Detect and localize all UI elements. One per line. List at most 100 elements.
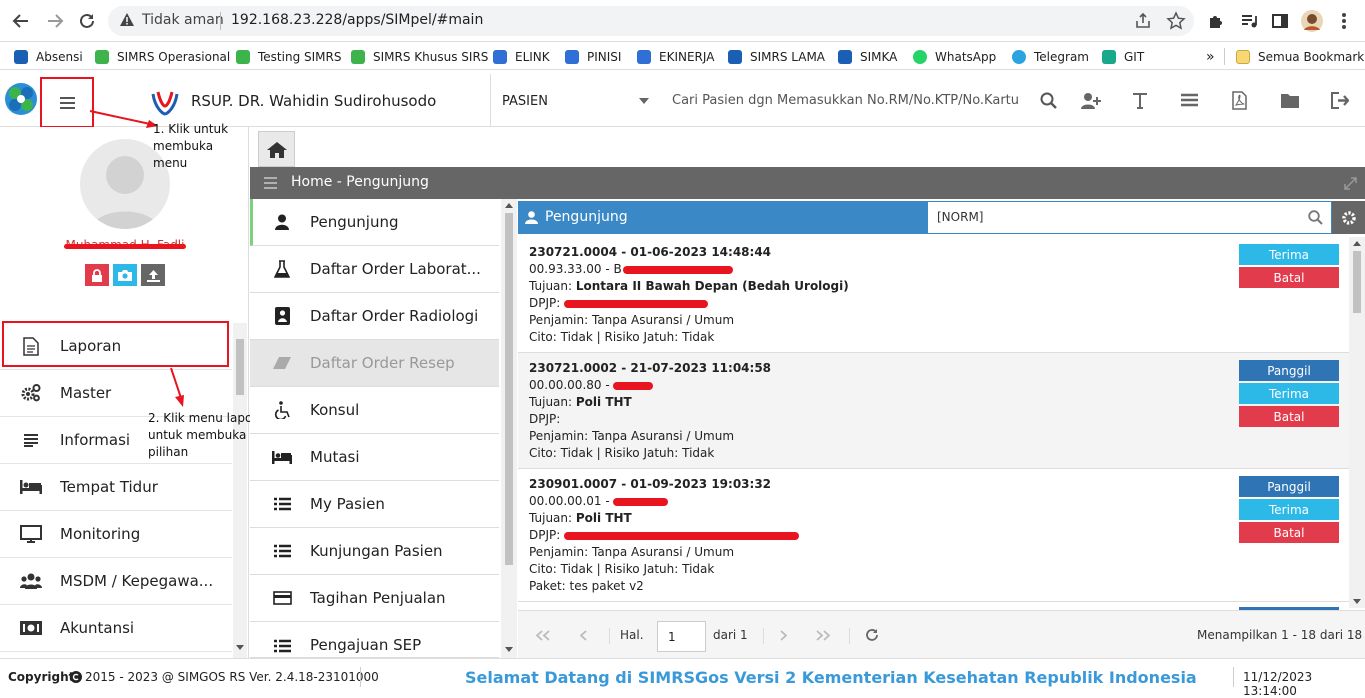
profile-avatar[interactable] bbox=[1299, 8, 1325, 34]
submenu-label: My Pasien bbox=[310, 495, 385, 513]
menu-item-akuntansi[interactable]: Akuntansi bbox=[0, 605, 232, 652]
list-icon[interactable] bbox=[1181, 93, 1198, 108]
scroll-down-arrow[interactable] bbox=[505, 647, 513, 652]
search-icon[interactable] bbox=[1308, 210, 1323, 225]
visit-card[interactable]: 230721.0002 - 21-07-2023 11:04:58 00.00.… bbox=[518, 353, 1355, 469]
scroll-down-arrow[interactable] bbox=[236, 645, 244, 650]
bookmark-git[interactable]: GIT bbox=[1102, 48, 1144, 65]
batal-button[interactable]: Batal bbox=[1239, 406, 1339, 427]
submenu-scrollbar[interactable] bbox=[501, 199, 517, 658]
scroll-down-arrow[interactable] bbox=[1353, 599, 1361, 604]
bookmark-pinisi[interactable]: PINISI bbox=[565, 48, 621, 65]
breadcrumb: Home - Pengunjung bbox=[291, 174, 429, 190]
scroll-up-arrow[interactable] bbox=[505, 203, 513, 208]
panggil-button[interactable]: Panggil bbox=[1239, 360, 1339, 381]
panggil-button[interactable]: Panggil bbox=[1239, 476, 1339, 497]
bookmark-label: SIMKA bbox=[860, 49, 898, 64]
bookmark-ekinerja[interactable]: EKINERJA bbox=[637, 48, 714, 65]
norm-number: 00.93.33.00 - bbox=[529, 262, 614, 276]
list-scrollbar[interactable] bbox=[1349, 237, 1365, 608]
bookmark-icon bbox=[1012, 49, 1026, 64]
submenu-item-order-resep[interactable]: Daftar Order Resep bbox=[250, 340, 499, 387]
patient-search-input[interactable]: Cari Pasien dgn Memasukkan No.RM/No.KTP/… bbox=[672, 93, 1024, 108]
settings-button[interactable] bbox=[1332, 201, 1365, 234]
chevron-down-icon[interactable] bbox=[639, 98, 649, 104]
list-icon bbox=[272, 494, 292, 514]
submenu-item-konsul[interactable]: Konsul bbox=[250, 387, 499, 434]
refresh-icon[interactable] bbox=[865, 628, 879, 642]
submenu-item-my-pasien[interactable]: My Pasien bbox=[250, 481, 499, 528]
visit-header: 230901.0007 - 01-09-2023 19:03:32 bbox=[529, 477, 772, 491]
forward-icon[interactable] bbox=[42, 8, 68, 34]
bookmark-telegram[interactable]: Telegram bbox=[1012, 48, 1089, 65]
last-page-icon[interactable] bbox=[816, 630, 830, 641]
text-icon[interactable] bbox=[1132, 92, 1148, 109]
submenu-item-kunjungan-pasien[interactable]: Kunjungan Pasien bbox=[250, 528, 499, 575]
terima-button[interactable]: Terima bbox=[1239, 244, 1339, 265]
lock-button[interactable] bbox=[85, 264, 109, 286]
panel-menu-icon[interactable] bbox=[264, 177, 277, 189]
menu-item-monitoring[interactable]: Monitoring bbox=[0, 511, 232, 558]
menu-label: Master bbox=[60, 384, 112, 402]
visit-card[interactable]: 230901.0007 - 01-09-2023 19:03:32 00.00.… bbox=[518, 469, 1355, 602]
submenu-item-pengunjung[interactable]: Pengunjung bbox=[250, 199, 499, 246]
logout-icon[interactable] bbox=[1331, 92, 1349, 109]
penjamin-line: Penjamin: Tanpa Asuransi / Umum bbox=[529, 545, 735, 559]
bookmark-whatsapp[interactable]: WhatsApp bbox=[913, 48, 996, 65]
submenu-item-mutasi[interactable]: Mutasi bbox=[250, 434, 499, 481]
submenu-item-tagihan-penjualan[interactable]: Tagihan Penjualan bbox=[250, 575, 499, 622]
page-input[interactable]: 1 bbox=[657, 621, 706, 652]
camera-button[interactable] bbox=[113, 264, 137, 286]
module-select[interactable]: PASIEN bbox=[502, 94, 548, 109]
bookmark-testing-simrs[interactable]: Testing SIMRS bbox=[236, 48, 341, 65]
more-bookmarks[interactable]: » bbox=[1206, 48, 1215, 65]
batal-button[interactable]: Batal bbox=[1239, 522, 1339, 543]
reload-icon[interactable] bbox=[74, 8, 100, 34]
submenu-item-order-radiologi[interactable]: Daftar Order Radiologi bbox=[250, 293, 499, 340]
back-icon[interactable] bbox=[8, 8, 34, 34]
paket-line: Paket: tes paket v2 bbox=[529, 579, 644, 593]
menu-item-msdm[interactable]: MSDM / Kepegawa... bbox=[0, 558, 232, 605]
search-icon[interactable] bbox=[1040, 92, 1057, 109]
share-icon[interactable] bbox=[1134, 12, 1152, 30]
sidebar-scrollbar[interactable] bbox=[233, 323, 247, 658]
next-page-icon[interactable] bbox=[780, 630, 787, 641]
submenu-item-pengajuan-sep[interactable]: Pengajuan SEP bbox=[250, 622, 499, 658]
scroll-up-arrow[interactable] bbox=[1353, 241, 1361, 246]
home-tab[interactable] bbox=[258, 131, 295, 167]
bookmark-elink[interactable]: ELINK bbox=[493, 48, 550, 65]
bookmark-simrs-lama[interactable]: SIMRS LAMA bbox=[728, 48, 825, 65]
bookmark-simka[interactable]: SIMKA bbox=[838, 48, 897, 65]
menu-toggle-button[interactable] bbox=[40, 77, 94, 128]
scrollbar-thumb[interactable] bbox=[1353, 251, 1361, 313]
pdf-icon[interactable] bbox=[1232, 91, 1247, 110]
norm-filter-input[interactable]: [NORM] bbox=[927, 201, 1332, 234]
expand-icon[interactable] bbox=[1344, 177, 1357, 190]
submenu-item-order-lab[interactable]: Daftar Order Laborat... bbox=[250, 246, 499, 293]
star-icon[interactable] bbox=[1166, 11, 1186, 31]
media-control-icon[interactable] bbox=[1236, 8, 1262, 34]
upload-button[interactable] bbox=[141, 264, 165, 286]
bookmark-absensi[interactable]: Absensi bbox=[14, 48, 83, 65]
address-bar[interactable]: Tidak aman 192.168.23.228/apps/SIMpel/#m… bbox=[108, 6, 1194, 36]
menu-item-tempat-tidur[interactable]: Tempat Tidur bbox=[0, 464, 232, 511]
batal-button[interactable]: Batal bbox=[1239, 267, 1339, 288]
menu-dots-icon[interactable] bbox=[1331, 8, 1357, 34]
bookmark-simrs-operasional[interactable]: SIMRS Operasional bbox=[95, 48, 230, 65]
visit-card[interactable]: 230721.0004 - 01-06-2023 14:48:44 00.93.… bbox=[518, 237, 1355, 353]
prev-page-icon[interactable] bbox=[580, 630, 587, 641]
scrollbar-thumb[interactable] bbox=[505, 213, 513, 565]
url-text[interactable]: 192.168.23.228/apps/SIMpel/#main bbox=[231, 12, 483, 28]
all-bookmarks-folder[interactable]: Semua Bookmark bbox=[1236, 48, 1364, 65]
add-patient-icon[interactable] bbox=[1081, 92, 1101, 109]
first-page-icon[interactable] bbox=[536, 630, 550, 641]
side-panel-icon[interactable] bbox=[1267, 8, 1293, 34]
norm-number: 00.00.00.01 - bbox=[529, 494, 614, 508]
folder-icon[interactable] bbox=[1281, 92, 1299, 108]
extensions-icon[interactable] bbox=[1203, 8, 1229, 34]
terima-button[interactable]: Terima bbox=[1239, 499, 1339, 520]
bookmark-simrs-khusus-sirs[interactable]: SIMRS Khusus SIRS bbox=[351, 48, 488, 65]
terima-button[interactable]: Terima bbox=[1239, 383, 1339, 404]
scrollbar-thumb[interactable] bbox=[236, 339, 244, 395]
submenu-label: Mutasi bbox=[310, 448, 360, 466]
